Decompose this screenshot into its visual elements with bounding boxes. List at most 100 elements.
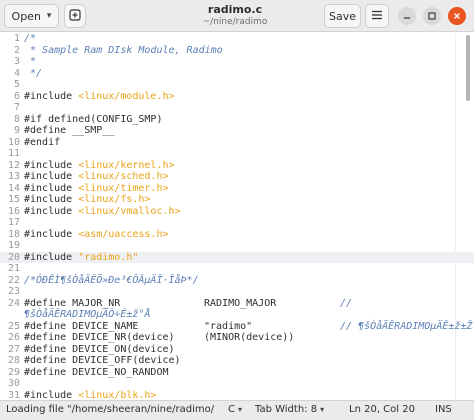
line-number: 30 xyxy=(7,378,20,389)
line-code: #endif xyxy=(24,137,60,149)
cursor-position[interactable]: Ln 20, Col 20 xyxy=(349,404,415,415)
code-line[interactable]: 13 #include <linux/sched.h> xyxy=(0,171,474,183)
code-token: #include xyxy=(24,182,79,194)
code-editor[interactable]: 1/* 2 * Sample Ram DIsk Module, Radimo 3 *… xyxy=(0,33,474,400)
line-number: 27 xyxy=(7,343,20,355)
code-line[interactable]: 9 #define __SMP__ xyxy=(0,125,474,137)
line-code: #include <linux/module.h> xyxy=(24,91,175,103)
window-title: radimo.c xyxy=(207,3,263,16)
cursor-position-label: Ln 20, Col 20 xyxy=(349,404,415,415)
open-button[interactable]: Open ▾ xyxy=(4,4,59,28)
new-tab-icon xyxy=(69,8,81,24)
status-message: Loading file "/home/sheeran/nine/radimo/… xyxy=(6,404,214,415)
code-line[interactable]: 25 #define DEVICE_NAME "radimo" // ¶šÒåÄÊRA… xyxy=(0,321,474,333)
maximize-button[interactable] xyxy=(423,7,441,25)
code-line[interactable]: 11 xyxy=(0,148,474,160)
new-tab-button[interactable] xyxy=(64,4,86,28)
maximize-icon xyxy=(428,9,436,23)
code-token: #include xyxy=(24,205,79,217)
code-line-current[interactable]: 20 #include "radimo.h" xyxy=(0,251,474,263)
line-number: 16 xyxy=(7,205,20,217)
line-number: 25 xyxy=(7,320,20,332)
code-line[interactable]: 21 xyxy=(0,263,474,275)
line-code: ¶šÒåÄÊRADIMOµÄÖ÷É±ž°Å xyxy=(24,309,150,321)
code-line[interactable]: 28 #define DEVICE_OFF(device) xyxy=(0,355,474,367)
code-line[interactable]: 19 xyxy=(0,240,474,252)
code-line[interactable]: 6 #include <linux/module.h> xyxy=(0,91,474,103)
code-line[interactable]: 4 */ xyxy=(0,68,474,80)
open-button-label: Open xyxy=(11,9,41,23)
code-line[interactable]: 8 #if defined(CONFIG_SMP) xyxy=(0,114,474,126)
code-line[interactable]: 29 #define DEVICE_NO_RANDOM xyxy=(0,367,474,379)
code-line[interactable]: 26 #define DEVICE_NR(device) (MINOR(device… xyxy=(0,332,474,344)
code-comment: ¶šÒåÄÊRADIMOµÄÖ÷É±ž°Å xyxy=(24,309,151,320)
code-line[interactable]: 7 xyxy=(0,102,474,114)
language-selector[interactable]: C ▾ xyxy=(228,404,242,415)
code-token: #define DEVICE_OFF(device) xyxy=(24,355,181,366)
line-number: 19 xyxy=(7,240,20,251)
close-button[interactable] xyxy=(448,7,466,25)
code-token: #define __SMP__ xyxy=(24,125,115,136)
code-line[interactable]: 24 #define MAJOR_NR RADIMO_MAJOR // xyxy=(0,298,474,310)
code-line[interactable]: 12 #include <linux/kernel.h> xyxy=(0,160,474,172)
line-code: #define __SMP__ xyxy=(24,125,114,137)
include-path: <linux/vmalloc.h> xyxy=(78,205,181,217)
line-number: 4 xyxy=(13,67,20,79)
code-token: #define DEVICE_NO_RANDOM xyxy=(24,366,169,378)
define-value: RADIMO_MAJOR xyxy=(204,297,277,309)
code-line[interactable]: 30 xyxy=(0,378,474,390)
line-code: #define DEVICE_NR(device) xyxy=(24,332,175,344)
code-line[interactable]: 22 /*ÓÐÊÌ¶šÒåÄÊÖ»Ðe³€ÔÂµÄÎ·ÎåÞ*/ xyxy=(0,275,474,287)
line-number: 23 xyxy=(7,286,20,297)
chevron-down-icon: ▾ xyxy=(320,405,325,414)
code-line[interactable]: 23 xyxy=(0,286,474,298)
code-line[interactable]: 31 #include <linux/blk.h> xyxy=(0,390,474,401)
code-token: #include xyxy=(24,159,79,171)
line-code: #define DEVICE_OFF(device) xyxy=(24,355,181,367)
include-path: <linux/blk.h> xyxy=(78,389,157,401)
code-line[interactable]: 10 #endif xyxy=(0,137,474,149)
code-line[interactable]: 18 #include <asm/uaccess.h> xyxy=(0,229,474,241)
line-number: 29 xyxy=(7,366,20,378)
line-number: 1 xyxy=(13,33,20,44)
define-value: "radimo" xyxy=(204,320,253,332)
code-line[interactable]: 16 #include <linux/vmalloc.h> xyxy=(0,206,474,218)
trailing-comment: // ¶šÒåÄÊRADIMOµÄÊ±ž±Ž xyxy=(340,320,473,332)
line-number: 12 xyxy=(7,159,20,171)
code-line[interactable]: 1 /* xyxy=(0,33,474,45)
code-comment: */ xyxy=(24,67,43,79)
code-line[interactable]: 2 * Sample Ram DIsk Module, Radimo xyxy=(0,45,474,57)
code-token: #endif xyxy=(24,136,61,148)
code-line[interactable]: ¶šÒåÄÊRADIMOµÄÖ÷É±ž°Å xyxy=(0,309,474,321)
code-token: #include xyxy=(24,90,79,102)
language-label: C xyxy=(228,404,235,415)
line-code: #include <linux/blk.h> xyxy=(24,390,156,401)
line-code: #if defined(CONFIG_SMP) xyxy=(24,114,162,126)
hamburger-menu-icon xyxy=(371,9,383,23)
code-token: #if defined(CONFIG_SMP) xyxy=(24,113,163,125)
line-number: 20 xyxy=(7,251,20,263)
insert-mode-indicator[interactable]: INS xyxy=(435,404,452,415)
code-line[interactable]: 27 #define DEVICE_ON(device) xyxy=(0,344,474,356)
tab-width-selector[interactable]: Tab Width: 8 ▾ xyxy=(255,404,324,415)
close-icon xyxy=(453,9,461,23)
code-line[interactable]: 17 xyxy=(0,217,474,229)
code-line[interactable]: 15 #include <linux/fs.h> xyxy=(0,194,474,206)
line-number: 11 xyxy=(7,148,20,159)
code-token: #include xyxy=(24,228,79,240)
minimize-button[interactable] xyxy=(398,7,416,25)
line-code: #include <linux/fs.h> xyxy=(24,194,150,206)
main-menu-button[interactable] xyxy=(365,4,389,28)
line-code: #define MAJOR_NR xyxy=(24,298,120,310)
line-number: 15 xyxy=(7,194,20,205)
line-number: 21 xyxy=(7,263,20,274)
code-token: #define DEVICE_NAME xyxy=(24,320,139,332)
code-line[interactable]: 14 #include <linux/timer.h> xyxy=(0,183,474,195)
code-line[interactable]: 3 * xyxy=(0,56,474,68)
code-comment: * xyxy=(24,56,37,67)
include-path: "radimo.h" xyxy=(78,251,139,263)
line-code: #define DEVICE_ON(device) xyxy=(24,344,175,356)
code-line[interactable]: 5 xyxy=(0,79,474,91)
define-value: (MINOR(device)) xyxy=(204,332,295,343)
save-button[interactable]: Save xyxy=(324,4,361,28)
